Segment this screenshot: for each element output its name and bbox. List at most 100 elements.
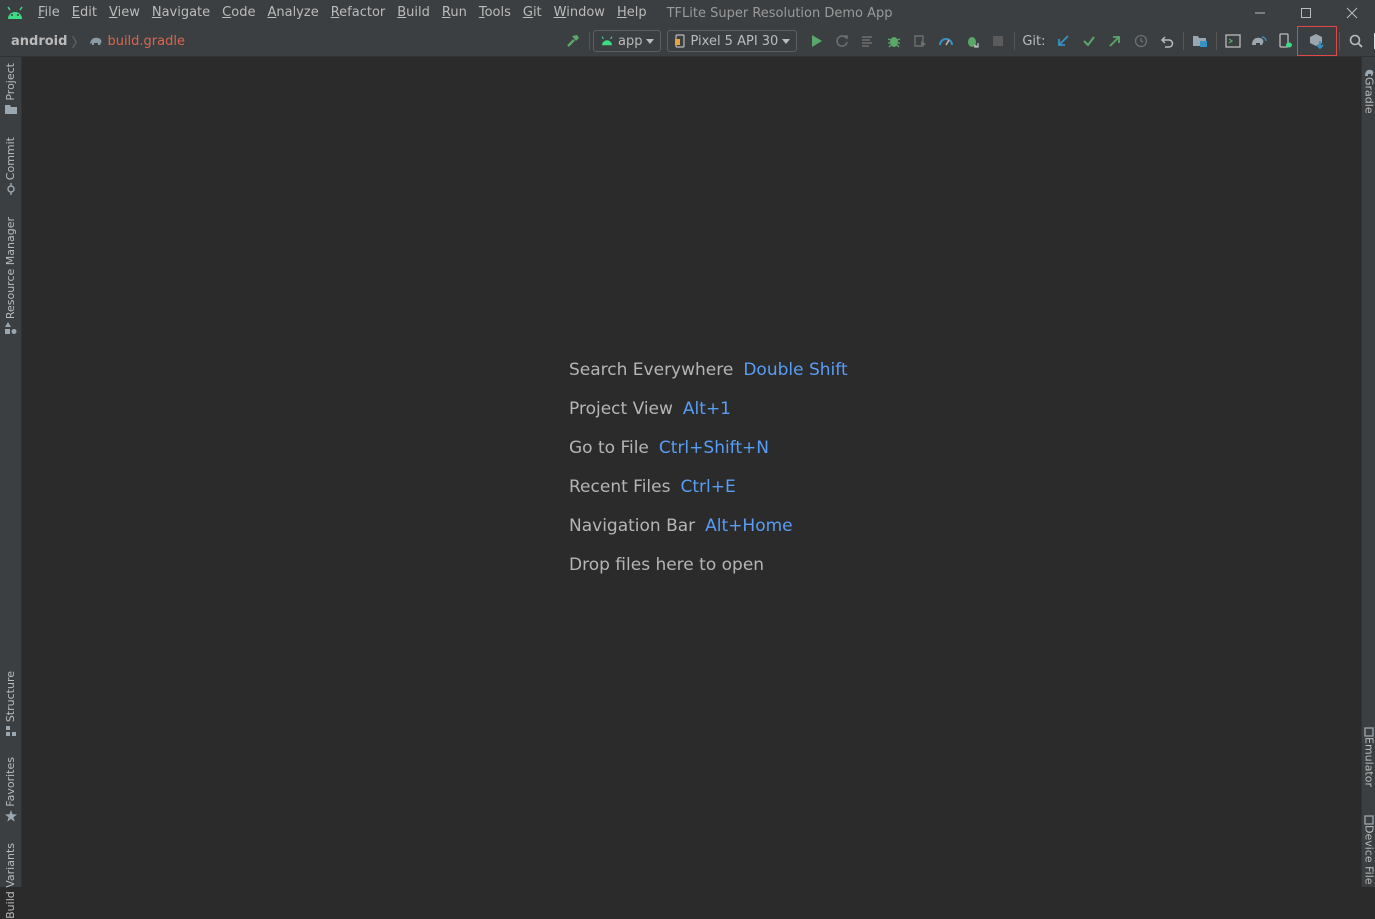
tool-tab-label: Favorites [4, 757, 17, 807]
window-controls [1237, 0, 1375, 26]
hint-label: Project View [569, 399, 673, 419]
stop-button[interactable] [985, 28, 1011, 54]
toolbar-actions: app Pixel 5 API 30 [560, 26, 1375, 56]
tool-tab-device-file-explorer[interactable]: Device File Explorer [1362, 815, 1375, 887]
menu-tools[interactable]: Tools [473, 0, 517, 26]
menu-bar: File Edit View Navigate Code Analyze Ref… [32, 0, 653, 26]
toolbar-separator [1183, 32, 1184, 50]
toolbar-separator [1339, 32, 1340, 50]
resource-manager-icon [5, 322, 17, 334]
menu-view[interactable]: View [103, 0, 146, 26]
menu-run[interactable]: Run [436, 0, 473, 26]
attach-debugger-button[interactable] [959, 28, 985, 54]
navigation-toolbar: android 〉 build.gradle app Pixel 5 API 3… [0, 26, 1375, 57]
minimize-icon [1254, 7, 1266, 19]
menu-code[interactable]: Code [216, 0, 261, 26]
maximize-button[interactable] [1283, 0, 1329, 26]
menu-help[interactable]: Help [611, 0, 653, 26]
structure-icon [5, 725, 17, 737]
gradle-elephant-icon [1364, 67, 1374, 77]
tool-tab-label: Build Variants [4, 843, 17, 919]
run-button[interactable] [803, 28, 829, 54]
checkmark-icon [1082, 34, 1096, 48]
avd-manager-button[interactable] [1272, 28, 1298, 54]
search-everywhere-button[interactable] [1343, 28, 1369, 54]
tool-tab-structure[interactable]: Structure [0, 671, 21, 740]
tool-tab-emulator[interactable]: Emulator [1362, 727, 1375, 787]
hint-go-to-file: Go to File Ctrl+Shift+N [569, 428, 848, 467]
avd-manager-icon [1278, 33, 1292, 49]
breadcrumb-file[interactable]: build.gradle [107, 34, 185, 49]
apply-changes-restart-button[interactable] [829, 28, 855, 54]
android-studio-logo-icon [6, 6, 24, 20]
device-file-icon [1364, 815, 1374, 825]
breadcrumb-separator: 〉 [71, 32, 84, 51]
hint-label: Navigation Bar [569, 516, 695, 536]
tool-tab-commit[interactable]: Commit [0, 137, 21, 198]
hint-project-view: Project View Alt+1 [569, 389, 848, 428]
emulator-icon [1364, 727, 1374, 737]
gradle-sync-icon [1251, 34, 1267, 48]
folder-icon [5, 104, 17, 114]
menu-navigate[interactable]: Navigate [146, 0, 216, 26]
make-project-button[interactable] [560, 28, 586, 54]
hint-label: Search Everywhere [569, 360, 733, 380]
tool-tab-project[interactable]: Project [0, 63, 21, 117]
coverage-icon [912, 33, 928, 49]
breadcrumb: android 〉 build.gradle [11, 26, 185, 56]
device-select[interactable]: Pixel 5 API 30 [667, 30, 797, 52]
profiler-gauge-icon [938, 33, 954, 49]
menu-edit[interactable]: Edit [66, 0, 103, 26]
run-config-select[interactable]: app [593, 30, 661, 52]
hint-shortcut: Ctrl+Shift+N [659, 438, 769, 458]
hint-shortcut: Alt+Home [705, 516, 792, 536]
sync-gradle-button[interactable] [1246, 28, 1272, 54]
apply-code-changes-icon [860, 33, 876, 49]
breadcrumb-project[interactable]: android [11, 34, 67, 49]
menu-window[interactable]: Window [548, 0, 611, 26]
hammer-icon [565, 33, 581, 49]
tool-tab-resource-manager[interactable]: Resource Manager [0, 217, 21, 337]
window-title: TFLite Super Resolution Demo App [667, 6, 893, 21]
menu-build[interactable]: Build [391, 0, 436, 26]
git-push-button[interactable] [1102, 28, 1128, 54]
sdk-manager-icon [1309, 33, 1325, 49]
menu-refactor[interactable]: Refactor [325, 0, 392, 26]
restart-activity-icon [834, 33, 850, 49]
tool-tab-label: Gradle [1363, 77, 1375, 114]
project-structure-button[interactable] [1187, 28, 1213, 54]
tool-tab-label: Device File Explorer [1363, 825, 1375, 887]
menu-file[interactable]: File [32, 0, 66, 26]
undo-icon [1160, 34, 1174, 48]
debug-button[interactable] [881, 28, 907, 54]
git-commit-button[interactable] [1076, 28, 1102, 54]
minimize-button[interactable] [1237, 0, 1283, 26]
hint-navigation-bar: Navigation Bar Alt+Home [569, 506, 848, 545]
account-button[interactable] [1369, 28, 1375, 54]
close-window-button[interactable] [1329, 0, 1375, 26]
hint-search-everywhere: Search Everywhere Double Shift [569, 350, 848, 389]
tool-tab-build-variants[interactable]: Build Variants [0, 843, 21, 919]
git-update-button[interactable] [1050, 28, 1076, 54]
android-icon [600, 36, 614, 46]
close-icon [1346, 7, 1358, 19]
hint-recent-files: Recent Files Ctrl+E [569, 467, 848, 506]
git-history-button[interactable] [1128, 28, 1154, 54]
menu-git[interactable]: Git [517, 0, 548, 26]
stop-icon [992, 35, 1004, 47]
tool-tab-favorites[interactable]: Favorites [0, 757, 21, 825]
profile-button[interactable] [933, 28, 959, 54]
menu-analyze[interactable]: Analyze [261, 0, 324, 26]
git-rollback-button[interactable] [1154, 28, 1180, 54]
hint-shortcut: Alt+1 [683, 399, 731, 419]
sdk-manager-button[interactable] [1298, 27, 1336, 55]
apply-code-changes-button[interactable] [855, 28, 881, 54]
device-phone-icon [674, 34, 686, 48]
run-with-coverage-button[interactable] [907, 28, 933, 54]
hint-label: Recent Files [569, 477, 670, 497]
git-label: Git: [1022, 34, 1045, 49]
toolbar-separator [589, 32, 590, 50]
tool-tab-gradle[interactable]: Gradle [1362, 67, 1375, 114]
toolbar-separator [1216, 32, 1217, 50]
terminal-button[interactable] [1220, 28, 1246, 54]
